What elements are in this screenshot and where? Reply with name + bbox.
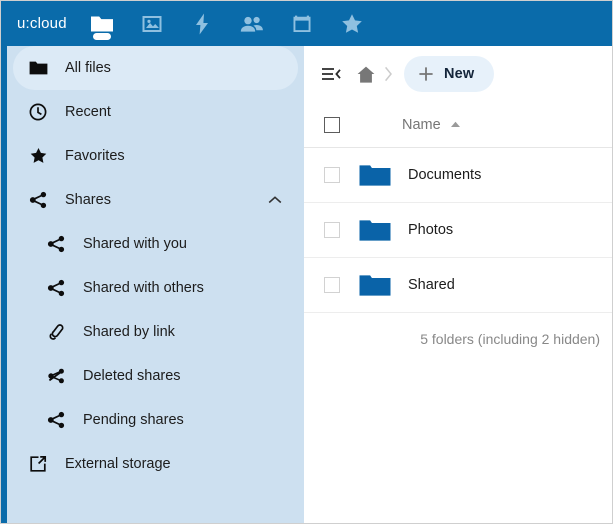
- file-table-header: Name: [304, 102, 612, 148]
- calendar-icon: [293, 15, 311, 32]
- clock-icon: [29, 103, 55, 121]
- new-button-label: New: [444, 66, 475, 82]
- content-toolbar: New: [304, 46, 612, 102]
- sidebar-item-recent[interactable]: Recent: [7, 90, 304, 134]
- external-link-icon: [29, 455, 55, 473]
- chevron-right-icon: [380, 66, 396, 82]
- sidebar-item-deleted-shares[interactable]: Deleted shares: [7, 354, 304, 398]
- sidebar-item-label: Pending shares: [83, 412, 184, 428]
- sidebar-item-label: Shares: [65, 192, 111, 208]
- share-off-icon: [47, 367, 73, 385]
- chevron-up-icon[interactable]: [268, 196, 282, 205]
- sidebar-item-label: All files: [65, 60, 111, 76]
- nav-favorites[interactable]: [327, 1, 377, 46]
- breadcrumb: [352, 60, 396, 88]
- folder-count-summary: 5 folders (including 2 hidden): [420, 331, 600, 347]
- select-all-checkbox[interactable]: [304, 116, 359, 133]
- sidebar-item-shared-by-link[interactable]: Shared by link: [7, 310, 304, 354]
- share-icon: [47, 279, 73, 297]
- nav-calendar[interactable]: [277, 1, 327, 46]
- nav-photos[interactable]: [127, 1, 177, 46]
- collapse-sidebar-icon[interactable]: [316, 59, 346, 89]
- checkbox-box: [323, 277, 340, 293]
- nav-contacts[interactable]: [227, 1, 277, 46]
- sidebar-item-shared-with-you[interactable]: Shared with you: [7, 222, 304, 266]
- sidebar-item-shares[interactable]: Shares: [7, 178, 304, 222]
- activity-lightning-icon: [193, 12, 211, 36]
- contacts-people-icon: [239, 13, 265, 35]
- file-name: Documents: [408, 167, 482, 183]
- row-checkbox[interactable]: [304, 222, 359, 238]
- share-icon: [47, 411, 73, 429]
- column-header-name[interactable]: Name: [402, 117, 461, 133]
- files-folder-icon: [89, 13, 115, 35]
- file-name: Photos: [408, 222, 454, 238]
- sidebar-item-label: Shared with you: [83, 236, 187, 252]
- sidebar: All files Recent Favorites Shares Shared…: [7, 46, 304, 523]
- folder-icon: [29, 60, 55, 76]
- active-indicator: [92, 33, 111, 40]
- table-row[interactable]: Shared: [304, 258, 612, 313]
- app-logo[interactable]: u:cloud: [1, 15, 77, 32]
- share-icon: [29, 191, 55, 209]
- sidebar-item-favorites[interactable]: Favorites: [7, 134, 304, 178]
- star-icon: [29, 147, 55, 165]
- top-header-bar: u:cloud: [1, 1, 612, 46]
- folder-icon: [359, 218, 399, 243]
- home-icon[interactable]: [352, 60, 380, 88]
- sidebar-item-shared-with-others[interactable]: Shared with others: [7, 266, 304, 310]
- checkbox-box: [323, 167, 340, 183]
- app-window: u:cloud All files Recent Favorites Share…: [0, 0, 613, 524]
- folder-icon: [359, 163, 399, 188]
- link-icon: [47, 323, 73, 341]
- sidebar-item-label: Shared with others: [83, 280, 204, 296]
- file-name: Shared: [408, 277, 455, 293]
- nav-activity[interactable]: [177, 1, 227, 46]
- share-icon: [47, 235, 73, 253]
- sidebar-item-label: External storage: [65, 456, 171, 472]
- row-checkbox[interactable]: [304, 167, 359, 183]
- top-nav: [77, 1, 377, 46]
- nav-files[interactable]: [77, 1, 127, 46]
- row-checkbox[interactable]: [304, 277, 359, 293]
- sidebar-item-label: Deleted shares: [83, 368, 181, 384]
- favorites-star-icon: [340, 12, 364, 35]
- photos-image-icon: [140, 13, 164, 35]
- sidebar-item-label: Recent: [65, 104, 111, 120]
- main-content: New Name Documents Photos Shared 5 folde…: [304, 46, 612, 523]
- plus-icon: [418, 66, 434, 82]
- new-button[interactable]: New: [404, 56, 495, 92]
- table-row[interactable]: Documents: [304, 148, 612, 203]
- sidebar-item-external-storage[interactable]: External storage: [7, 442, 304, 486]
- sidebar-item-label: Shared by link: [83, 324, 175, 340]
- sidebar-item-label: Favorites: [65, 148, 125, 164]
- column-header-label: Name: [402, 116, 441, 133]
- folder-icon: [359, 273, 399, 298]
- table-row[interactable]: Photos: [304, 203, 612, 258]
- sidebar-item-all-files[interactable]: All files: [13, 46, 298, 90]
- sort-asc-icon: [450, 121, 461, 128]
- checkbox-box: [323, 116, 340, 133]
- checkbox-box: [323, 222, 340, 238]
- sidebar-item-pending-shares[interactable]: Pending shares: [7, 398, 304, 442]
